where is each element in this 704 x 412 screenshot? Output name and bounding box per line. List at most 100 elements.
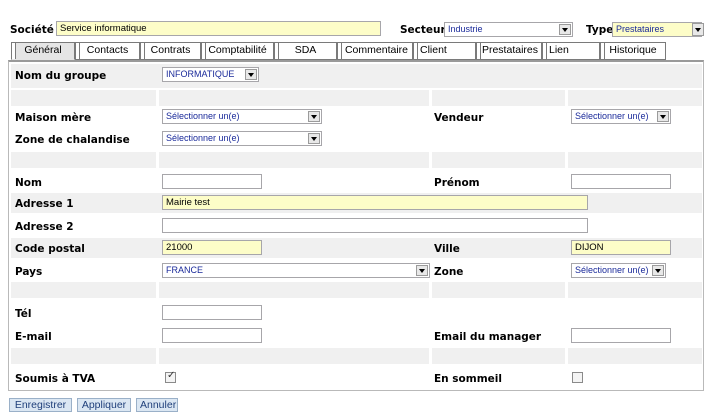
- chevron-down-icon: [245, 69, 257, 80]
- vendeur-label: Vendeur: [434, 112, 484, 124]
- tab-label: Prestataires: [481, 44, 538, 56]
- pays-value: FRANCE: [166, 265, 204, 275]
- spacer-cell: [568, 152, 702, 168]
- tab-edge: [202, 43, 206, 59]
- type-dropdown-arrow[interactable]: [692, 23, 704, 36]
- sommeil-checkbox[interactable]: [572, 372, 583, 383]
- groupe-label: Nom du groupe: [15, 70, 107, 82]
- tab-prestataires[interactable]: Prestataires: [476, 42, 542, 60]
- tab-edge: [601, 43, 605, 59]
- code-postal-input[interactable]: 21000: [162, 240, 262, 255]
- tab-contacts[interactable]: Contacts: [75, 42, 140, 60]
- tab-label: SDA: [294, 44, 317, 56]
- zone-select[interactable]: Sélectionner un(e): [571, 263, 666, 278]
- chevron-down-icon: [308, 133, 320, 144]
- email-manager-label: Email du manager: [434, 331, 542, 343]
- spacer-cell: [568, 90, 702, 106]
- tab-label: Contrats: [150, 44, 191, 56]
- tab-edge: [141, 43, 145, 59]
- form-panel: Nom du groupe INFORMATIQUE Maison mère S…: [8, 60, 704, 391]
- tab-general[interactable]: Général: [11, 42, 75, 60]
- tab-label: Général: [24, 44, 62, 56]
- tab-edge: [338, 43, 342, 59]
- tab-edge: [414, 43, 418, 59]
- spacer-cell: [11, 282, 156, 298]
- chevron-down-icon: [559, 24, 571, 35]
- type-label: Type: [586, 24, 614, 36]
- groupe-value: INFORMATIQUE: [166, 69, 235, 79]
- adresse2-input[interactable]: [162, 218, 588, 233]
- code-postal-label: Code postal: [15, 243, 85, 255]
- tab-bar: Général Contacts Contrats Comptabilité S…: [8, 42, 704, 62]
- spacer-cell: [432, 348, 565, 364]
- secteur-label: Secteur: [400, 24, 446, 36]
- spacer-cell: [159, 348, 429, 364]
- ville-input[interactable]: DIJON: [571, 240, 671, 255]
- adresse1-input[interactable]: Mairie test: [162, 195, 588, 210]
- tab-label: Commentaire: [344, 44, 408, 56]
- spacer-cell: [159, 90, 429, 106]
- maison-value: Sélectionner un(e): [166, 111, 240, 121]
- vendeur-select[interactable]: Sélectionner un(e): [571, 109, 671, 124]
- maison-label: Maison mère: [15, 112, 92, 124]
- spacer-cell: [568, 282, 702, 298]
- societe-label: Société: [10, 24, 54, 36]
- zone-value: Sélectionner un(e): [575, 265, 649, 275]
- tab-label: Client: [420, 44, 447, 56]
- pays-select[interactable]: FRANCE: [162, 263, 430, 278]
- tab-label: Lien: [549, 44, 569, 56]
- tel-input[interactable]: [162, 305, 262, 320]
- tab-edge: [275, 43, 279, 59]
- type-select[interactable]: Prestataires: [612, 22, 702, 37]
- societe-input[interactable]: Service informatique: [56, 21, 381, 36]
- spacer-cell: [159, 282, 429, 298]
- spacer-cell: [432, 282, 565, 298]
- tva-label: Soumis à TVA: [15, 373, 96, 385]
- email-manager-input[interactable]: [571, 328, 671, 343]
- tab-lien[interactable]: Lien: [542, 42, 600, 60]
- tab-historique[interactable]: Historique: [600, 42, 666, 60]
- email-input[interactable]: [162, 328, 262, 343]
- chevron-down-icon: [416, 265, 428, 276]
- tab-label: Comptabilité: [208, 44, 267, 56]
- zone-chalandise-value: Sélectionner un(e): [166, 133, 240, 143]
- tab-sda[interactable]: SDA: [274, 42, 337, 60]
- tab-edge: [477, 43, 481, 59]
- email-label: E-mail: [15, 331, 52, 343]
- spacer-cell: [568, 348, 702, 364]
- secteur-value: Industrie: [448, 24, 483, 34]
- maison-select[interactable]: Sélectionner un(e): [162, 109, 322, 124]
- tab-label: Historique: [609, 44, 657, 56]
- apply-button[interactable]: Appliquer: [77, 398, 131, 412]
- save-button[interactable]: Enregistrer: [9, 398, 72, 412]
- tab-edge: [12, 43, 16, 59]
- tab-commentaire[interactable]: Commentaire: [337, 42, 413, 60]
- zone-chalandise-select[interactable]: Sélectionner un(e): [162, 131, 322, 146]
- chevron-down-icon: [657, 111, 669, 122]
- spacer-cell: [11, 152, 156, 168]
- adresse1-label: Adresse 1: [15, 198, 74, 210]
- tab-comptabilite[interactable]: Comptabilité: [201, 42, 274, 60]
- spacer-cell: [11, 90, 156, 106]
- prenom-input[interactable]: [571, 174, 671, 189]
- tab-client[interactable]: Client: [413, 42, 476, 60]
- groupe-select[interactable]: INFORMATIQUE: [162, 67, 259, 82]
- tab-edge: [543, 43, 547, 59]
- zone-label: Zone: [434, 266, 464, 278]
- tva-checkbox[interactable]: [165, 370, 176, 383]
- tel-label: Tél: [15, 308, 32, 320]
- tab-contrats[interactable]: Contrats: [140, 42, 201, 60]
- spacer-cell: [159, 152, 429, 168]
- spacer-cell: [11, 348, 156, 364]
- prenom-label: Prénom: [434, 177, 480, 189]
- chevron-down-icon: [695, 28, 701, 32]
- tab-label: Contacts: [86, 44, 129, 56]
- pays-label: Pays: [15, 266, 43, 278]
- vendeur-value: Sélectionner un(e): [575, 111, 649, 121]
- adresse2-label: Adresse 2: [15, 221, 74, 233]
- chevron-down-icon: [652, 265, 664, 276]
- secteur-select[interactable]: Industrie: [444, 22, 573, 37]
- cancel-button[interactable]: Annuler: [136, 398, 178, 412]
- nom-input[interactable]: [162, 174, 262, 189]
- row-background: [11, 64, 702, 88]
